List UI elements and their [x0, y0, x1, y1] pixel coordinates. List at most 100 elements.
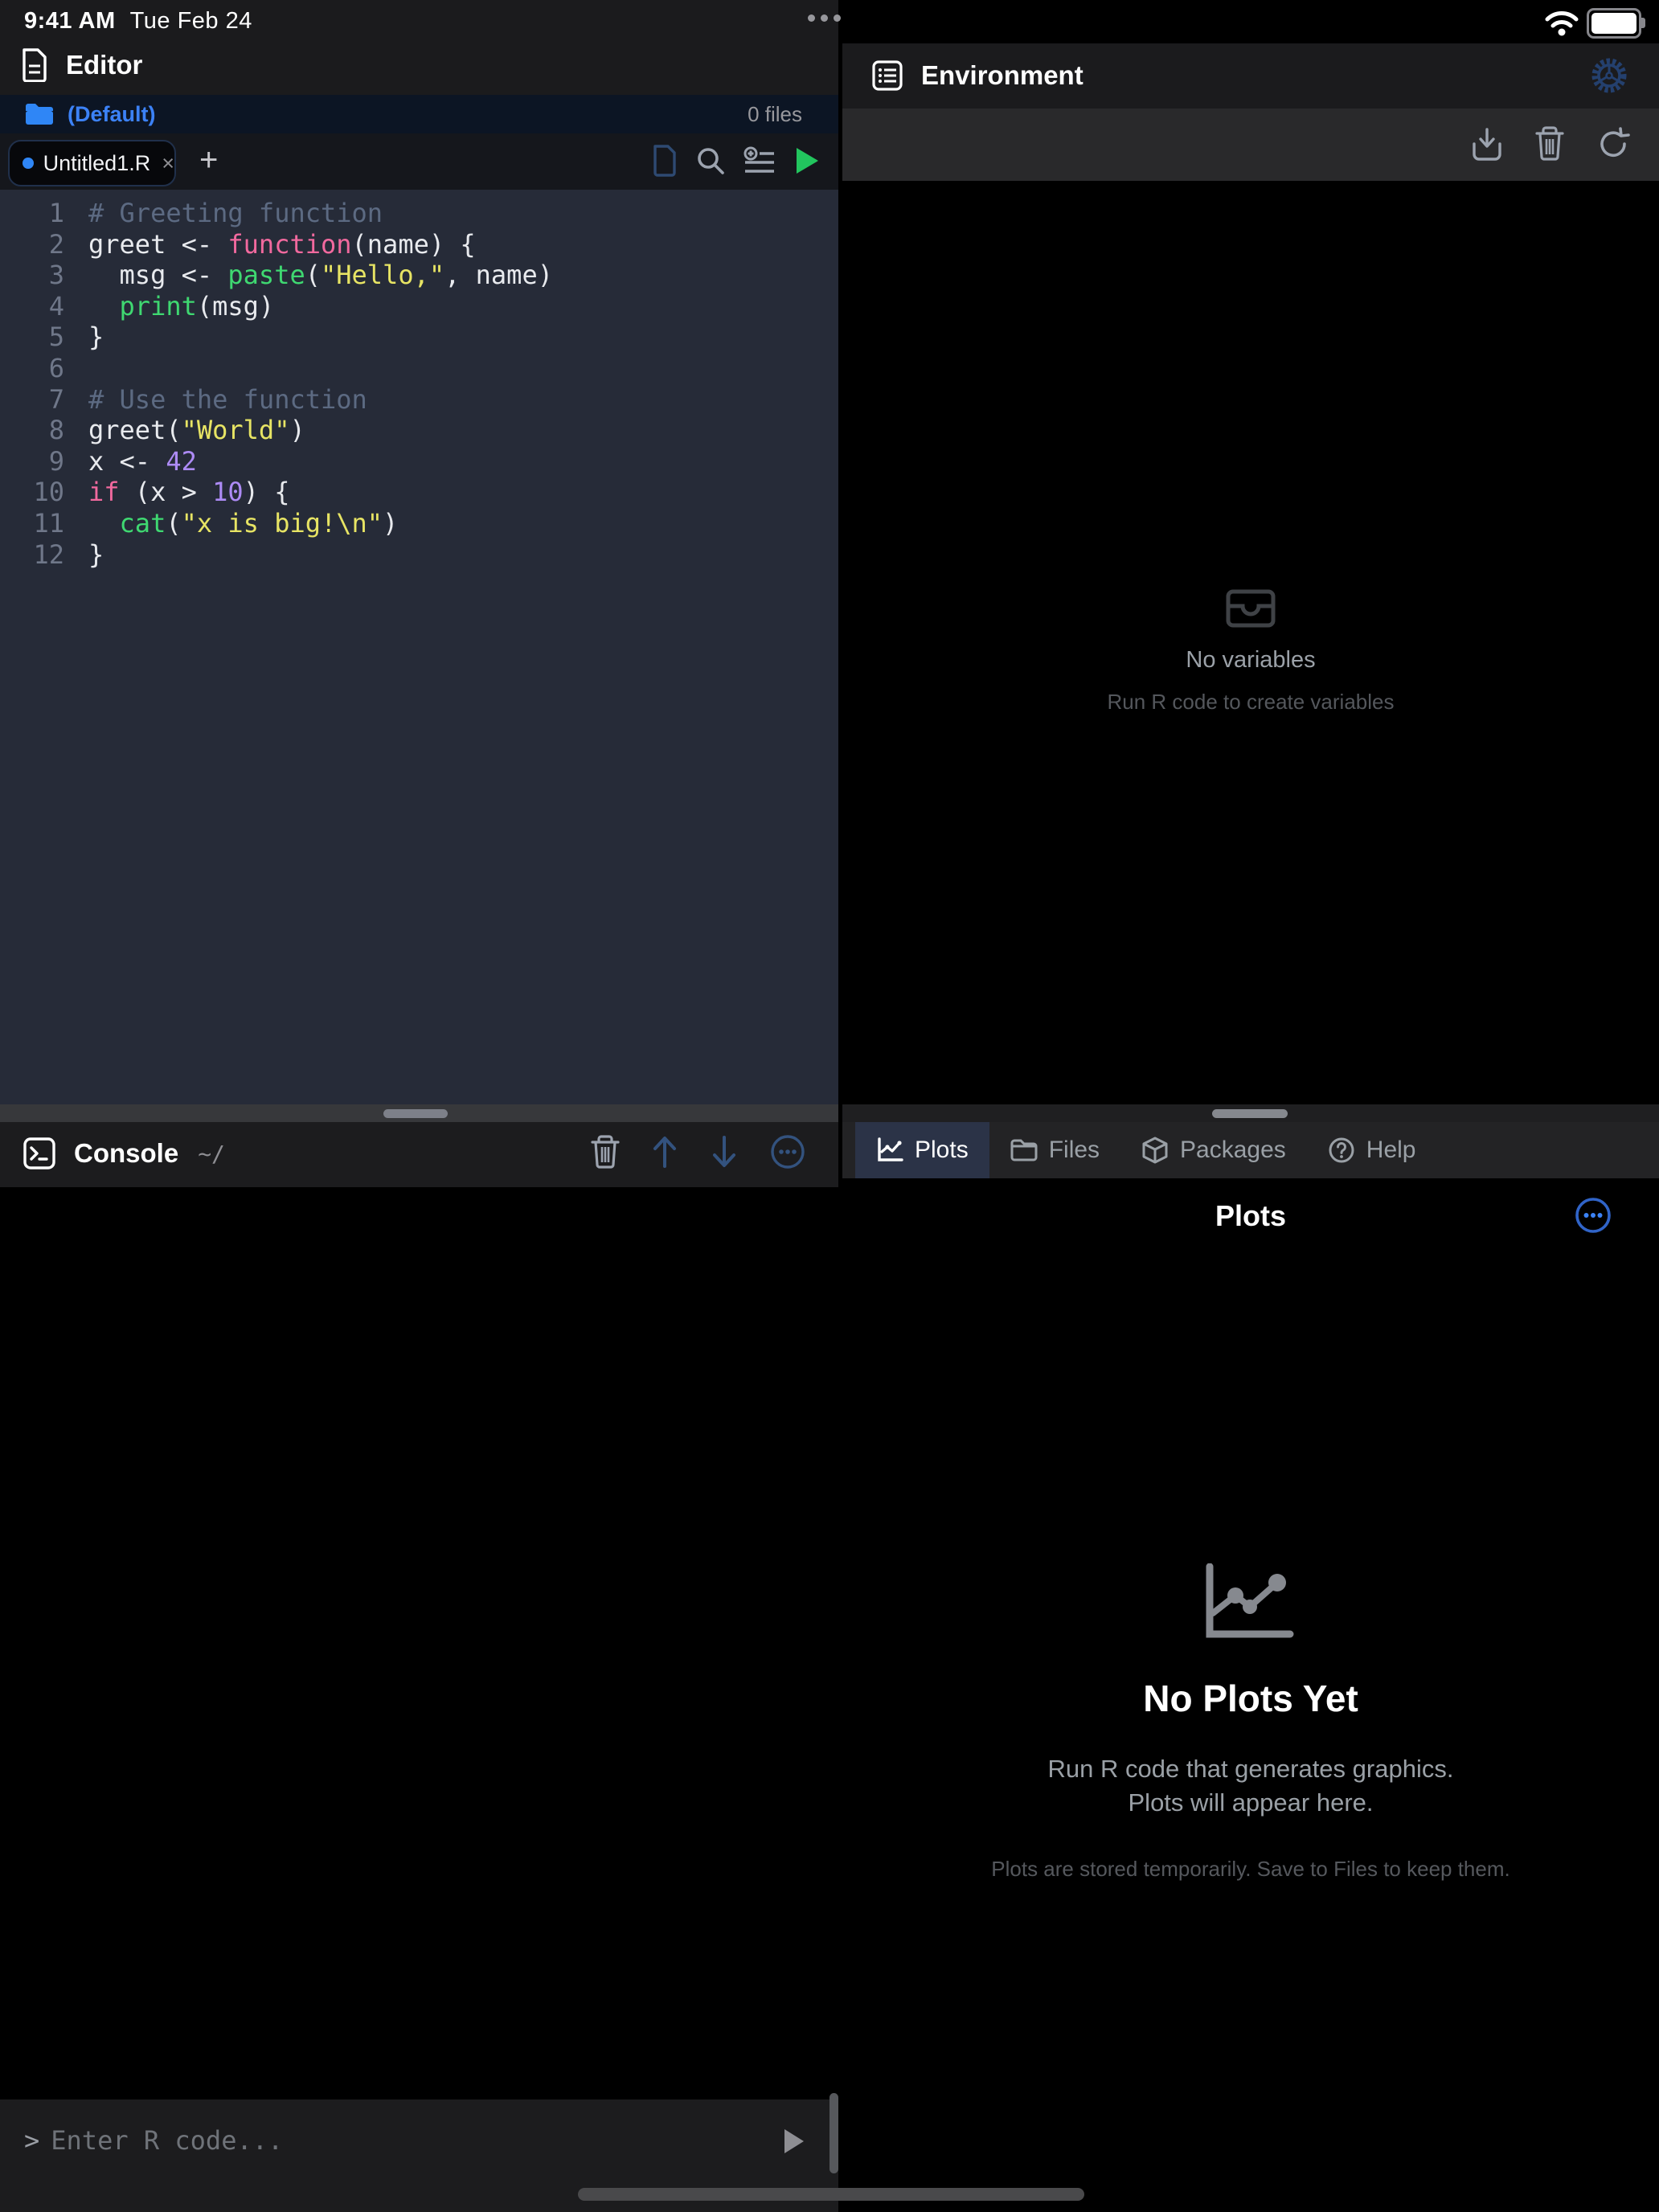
- line-number: 7: [0, 384, 64, 416]
- status-time: 9:41 AM: [24, 8, 116, 34]
- console-header: Console ~/: [0, 1122, 838, 1187]
- multitasking-dots-icon[interactable]: [808, 14, 841, 22]
- line-number: 9: [0, 446, 64, 477]
- code-line[interactable]: 10if (x > 10) {: [0, 477, 838, 508]
- tab-packages[interactable]: Packages: [1120, 1122, 1307, 1178]
- run-button[interactable]: [793, 145, 821, 176]
- files-folder-icon: [1010, 1138, 1038, 1162]
- code-editor[interactable]: 1# Greeting function2greet <- function(n…: [0, 190, 838, 1104]
- tab-label: Packages: [1180, 1137, 1286, 1164]
- plots-title: Plots: [842, 1199, 1659, 1233]
- console-output[interactable]: [0, 1187, 838, 2099]
- environment-toolbar: [842, 109, 1659, 181]
- code-line[interactable]: 6: [0, 353, 838, 384]
- console-title: Console: [74, 1138, 178, 1169]
- workspace-folder-icon: [24, 102, 55, 126]
- search-button[interactable]: [695, 145, 726, 176]
- code-line[interactable]: 1# Greeting function: [0, 198, 838, 229]
- plots-header: Plots: [842, 1178, 1659, 1254]
- tab-untitled1[interactable]: Untitled1.R ×: [8, 140, 176, 186]
- divider-handle[interactable]: [1212, 1109, 1288, 1118]
- environment-plots-divider[interactable]: [842, 1104, 1659, 1122]
- tab-label: Plots: [915, 1137, 969, 1164]
- code-line[interactable]: 3 msg <- paste("Hello,", name): [0, 260, 838, 291]
- screen: 9:41 AMTue Feb 24 Edit: [0, 0, 1659, 2212]
- battery-icon: [1587, 8, 1641, 39]
- home-indicator[interactable]: [578, 2188, 1084, 2201]
- plots-more-button[interactable]: [1574, 1196, 1612, 1235]
- files-count: 0 files: [748, 102, 802, 127]
- no-plots-icon: [1200, 1563, 1301, 1644]
- code-line[interactable]: 5}: [0, 322, 838, 353]
- tab-label: Help: [1366, 1137, 1416, 1164]
- status-clock: 9:41 AM Tue Feb 24: [24, 8, 252, 35]
- editor-tab-bar: Untitled1.R × +: [0, 133, 838, 190]
- no-variables-icon: [1225, 587, 1276, 629]
- environment-empty-title: No variables: [842, 647, 1659, 674]
- unsaved-dot: [23, 158, 34, 169]
- line-number: 11: [0, 508, 64, 539]
- line-number: 5: [0, 322, 64, 353]
- line-number: 2: [0, 229, 64, 260]
- line-number: 4: [0, 291, 64, 322]
- code-line[interactable]: 12}: [0, 539, 838, 571]
- editor-console-divider[interactable]: [0, 1104, 838, 1122]
- status-date: Tue Feb 24: [130, 8, 252, 34]
- tab-label: Files: [1049, 1137, 1100, 1164]
- tab-help[interactable]: Help: [1307, 1122, 1437, 1178]
- help-icon: [1328, 1137, 1355, 1164]
- status-bar: 9:41 AM Tue Feb 24: [0, 0, 1659, 43]
- console-terminal-icon: [23, 1137, 56, 1170]
- workspace-name[interactable]: (Default): [68, 102, 156, 127]
- line-number: 12: [0, 539, 64, 571]
- environment-header: Environment: [842, 43, 1659, 109]
- refresh-button[interactable]: [1596, 126, 1630, 162]
- history-up-button[interactable]: [650, 1134, 679, 1169]
- console-placeholder: Enter R code...: [51, 2125, 283, 2156]
- close-tab-icon[interactable]: ×: [162, 151, 174, 176]
- new-file-button[interactable]: [652, 145, 678, 177]
- code-line[interactable]: 4 print(msg): [0, 291, 838, 322]
- console-scrollbar[interactable]: [830, 2093, 838, 2173]
- line-number: 1: [0, 198, 64, 229]
- clear-console-button[interactable]: [591, 1135, 620, 1169]
- editor-title: Editor: [66, 50, 142, 80]
- line-number: 3: [0, 260, 64, 291]
- plots-empty-title: No Plots Yet: [842, 1677, 1659, 1720]
- console-more-button[interactable]: [769, 1133, 806, 1170]
- settings-gear-icon[interactable]: [1588, 55, 1630, 96]
- code-line[interactable]: 8greet("World"): [0, 415, 838, 446]
- line-number: 8: [0, 415, 64, 446]
- wifi-icon: [1545, 10, 1579, 36]
- line-number: 6: [0, 353, 64, 384]
- history-down-button[interactable]: [710, 1134, 739, 1169]
- plots-empty-line2: Plots will appear here.: [842, 1786, 1659, 1820]
- console-prompt: >: [24, 2125, 39, 2156]
- add-tab-button[interactable]: +: [199, 141, 218, 178]
- tab-name: Untitled1.R: [43, 151, 151, 176]
- plots-tab-bar: Plots Files Packages: [842, 1122, 1659, 1178]
- plots-chart-icon: [876, 1137, 903, 1163]
- divider-handle[interactable]: [383, 1109, 448, 1118]
- plots-empty-note: Plots are stored temporarily. Save to Fi…: [842, 1857, 1659, 1882]
- code-line[interactable]: 11 cat("x is big!\n"): [0, 508, 838, 539]
- run-code-button[interactable]: [782, 2127, 806, 2156]
- insert-button[interactable]: [743, 146, 776, 175]
- plots-content: No Plots Yet Run R code that generates g…: [842, 1254, 1659, 2212]
- code-line[interactable]: 9x <- 42: [0, 446, 838, 477]
- line-number: 10: [0, 477, 64, 508]
- environment-empty-subtitle: Run R code to create variables: [842, 690, 1659, 715]
- tab-plots[interactable]: Plots: [855, 1122, 989, 1178]
- environment-title: Environment: [921, 60, 1083, 91]
- plots-empty-line1: Run R code that generates graphics.: [842, 1752, 1659, 1786]
- tab-files[interactable]: Files: [989, 1122, 1120, 1178]
- clear-environment-button[interactable]: [1535, 126, 1564, 162]
- environment-list-icon: [871, 59, 903, 92]
- packages-box-icon: [1141, 1137, 1169, 1164]
- environment-content: No variables Run R code to create variab…: [842, 181, 1659, 1104]
- export-button[interactable]: [1471, 126, 1503, 162]
- code-line[interactable]: 2greet <- function(name) {: [0, 229, 838, 260]
- code-line[interactable]: 7# Use the function: [0, 384, 838, 416]
- workspace-bar[interactable]: (Default) 0 files: [0, 95, 838, 133]
- editor-doc-icon: [21, 48, 48, 82]
